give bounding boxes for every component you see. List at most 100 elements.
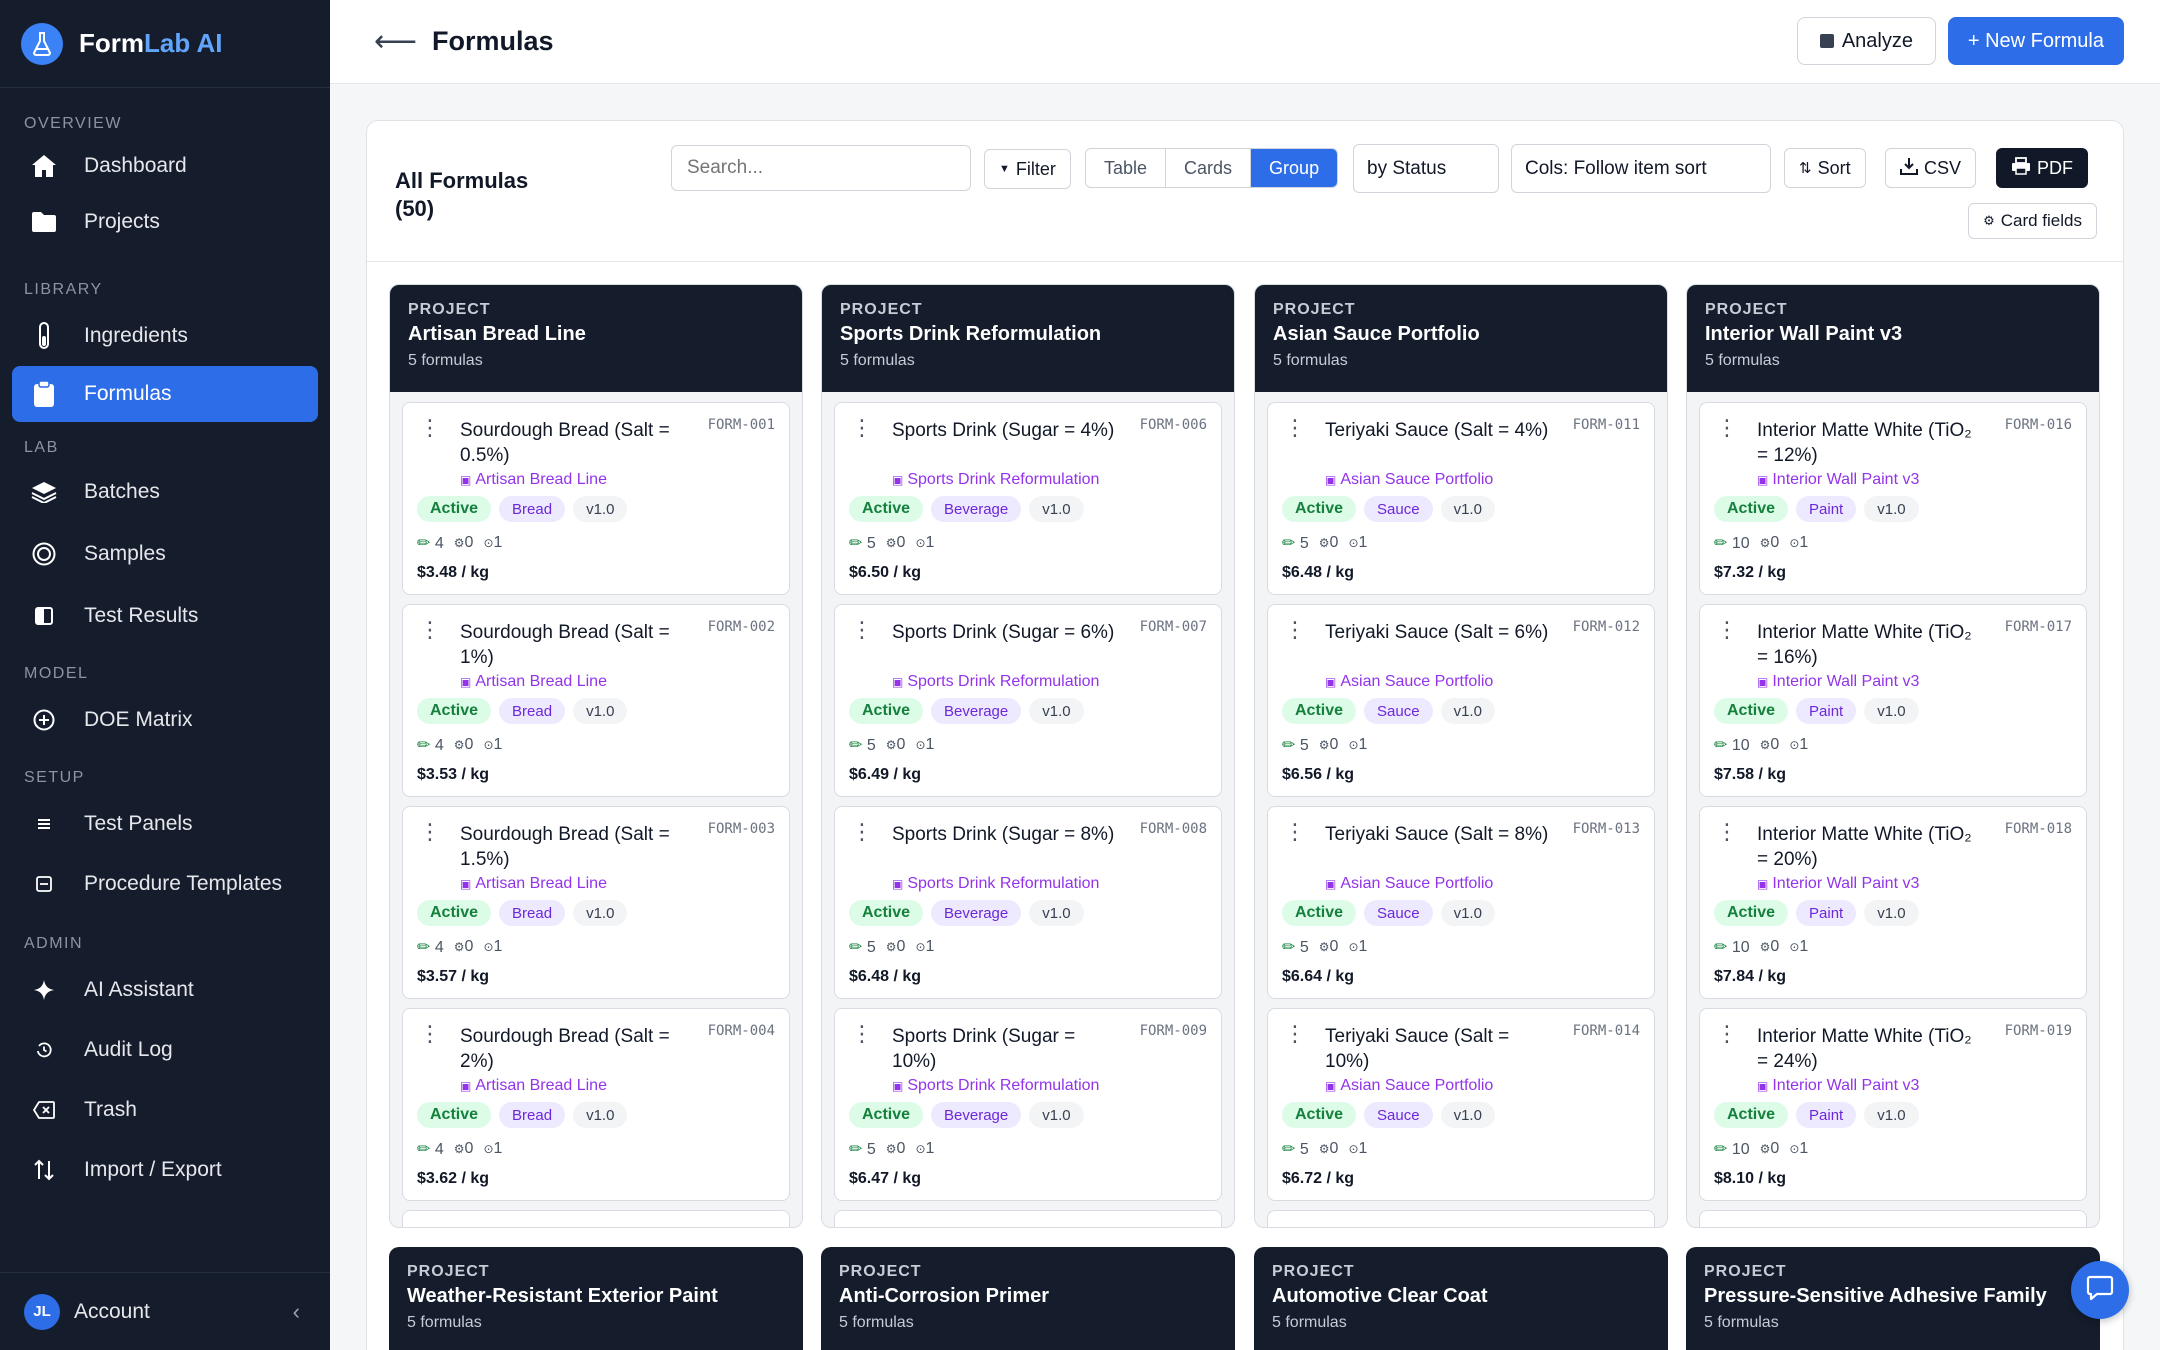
sidebar-item-test-panels[interactable]: Test Panels bbox=[12, 796, 318, 852]
group-header[interactable]: PROJECT Interior Wall Paint v3 5 formula… bbox=[1687, 285, 2099, 392]
sort-button[interactable]: ⇅ Sort bbox=[1784, 148, 1866, 188]
sidebar-item-import-export[interactable]: Import / Export bbox=[12, 1142, 318, 1198]
new-formula-button[interactable]: + New Formula bbox=[1947, 17, 2124, 65]
formula-project[interactable]: ▣ Sports Drink Reformulation bbox=[892, 471, 1099, 489]
card-fields-button[interactable]: ⚙ Card fields bbox=[1968, 203, 2097, 239]
sidebar-item-formulas[interactable]: Formulas bbox=[12, 366, 318, 422]
group-by-select[interactable]: by Status bbox=[1353, 144, 1499, 193]
sidebar-item-ai-assistant[interactable]: AI Assistant bbox=[12, 962, 318, 1018]
formula-card[interactable]: ⋮ Sourdough Bread (Salt = 0.5%) FORM-001… bbox=[402, 402, 790, 595]
formula-card-partial[interactable] bbox=[402, 1210, 790, 1227]
formula-card-partial[interactable] bbox=[834, 1210, 1222, 1227]
group-header[interactable]: PROJECT Sports Drink Reformulation 5 for… bbox=[822, 285, 1234, 392]
brand[interactable]: FormLab AI bbox=[0, 0, 330, 88]
formula-project[interactable]: ▣ Sports Drink Reformulation bbox=[892, 1077, 1099, 1095]
filter-button[interactable]: ▼ Filter bbox=[984, 149, 1071, 189]
formula-price: $3.53 / kg bbox=[417, 766, 490, 783]
kebab-menu-icon[interactable]: ⋮ bbox=[1716, 417, 1738, 439]
circle-small-icon: ⊙ bbox=[915, 1142, 926, 1156]
formula-project[interactable]: ▣ Interior Wall Paint v3 bbox=[1757, 1077, 1919, 1095]
sidebar-item-dashboard[interactable]: Dashboard bbox=[12, 138, 318, 194]
group-header[interactable]: PROJECT Automotive Clear Coat 5 formulas bbox=[1254, 1247, 1668, 1350]
chat-button[interactable] bbox=[2071, 1261, 2129, 1319]
kebab-menu-icon[interactable]: ⋮ bbox=[1716, 1023, 1738, 1045]
group-count: 5 formulas bbox=[1705, 352, 1780, 369]
group-header[interactable]: PROJECT Artisan Bread Line 5 formulas bbox=[390, 285, 802, 392]
analyze-button[interactable]: Analyze bbox=[1796, 17, 1936, 65]
collapse-sidebar-button[interactable]: ‹ bbox=[293, 1299, 300, 1325]
kebab-menu-icon[interactable]: ⋮ bbox=[419, 821, 441, 843]
formula-card[interactable]: ⋮ Teriyaki Sauce (Salt = 6%) FORM-012 ▣ A… bbox=[1267, 604, 1655, 797]
formula-card-partial[interactable] bbox=[1267, 1210, 1655, 1227]
formula-project[interactable]: ▣ Artisan Bread Line bbox=[460, 673, 607, 691]
group-header[interactable]: PROJECT Weather-Resistant Exterior Paint… bbox=[389, 1247, 803, 1350]
formula-project[interactable]: ▣ Interior Wall Paint v3 bbox=[1757, 875, 1919, 893]
kebab-menu-icon[interactable]: ⋮ bbox=[1284, 417, 1306, 439]
kebab-menu-icon[interactable]: ⋮ bbox=[851, 821, 873, 843]
sidebar-item-trash[interactable]: Trash bbox=[12, 1082, 318, 1138]
formula-project[interactable]: ▣ Artisan Bread Line bbox=[460, 875, 607, 893]
group-header[interactable]: PROJECT Pressure-Sensitive Adhesive Fami… bbox=[1686, 1247, 2100, 1350]
kebab-menu-icon[interactable]: ⋮ bbox=[1716, 619, 1738, 641]
view-table-button[interactable]: Table bbox=[1086, 149, 1167, 187]
group-header[interactable]: PROJECT Anti-Corrosion Primer 5 formulas bbox=[821, 1247, 1235, 1350]
sidebar-item-procedure-templates[interactable]: Procedure Templates bbox=[12, 856, 318, 912]
formula-card[interactable]: ⋮ Sports Drink (Sugar = 4%) FORM-006 ▣ Sp… bbox=[834, 402, 1222, 595]
formula-card[interactable]: ⋮ Sourdough Bread (Salt = 1.5%) FORM-003… bbox=[402, 806, 790, 999]
formula-project[interactable]: ▣ Asian Sauce Portfolio bbox=[1325, 1077, 1493, 1095]
formula-card[interactable]: ⋮ Sports Drink (Sugar = 8%) FORM-008 ▣ Sp… bbox=[834, 806, 1222, 999]
kebab-menu-icon[interactable]: ⋮ bbox=[851, 1023, 873, 1045]
formula-card[interactable]: ⋮ Sports Drink (Sugar = 10%) FORM-009 ▣ S… bbox=[834, 1008, 1222, 1201]
formula-card[interactable]: ⋮ Sports Drink (Sugar = 6%) FORM-007 ▣ Sp… bbox=[834, 604, 1222, 797]
formula-card-partial[interactable] bbox=[1699, 1210, 2087, 1227]
formula-project[interactable]: ▣ Interior Wall Paint v3 bbox=[1757, 471, 1919, 489]
kebab-menu-icon[interactable]: ⋮ bbox=[851, 619, 873, 641]
group-header[interactable]: PROJECT Asian Sauce Portfolio 5 formulas bbox=[1255, 285, 1667, 392]
kebab-menu-icon[interactable]: ⋮ bbox=[419, 417, 441, 439]
formula-card[interactable]: ⋮ Teriyaki Sauce (Salt = 10%) FORM-014 ▣… bbox=[1267, 1008, 1655, 1201]
avatar[interactable]: JL bbox=[24, 1293, 60, 1330]
formula-card[interactable]: ⋮ Sourdough Bread (Salt = 2%) FORM-004 ▣… bbox=[402, 1008, 790, 1201]
formula-project[interactable]: ▣ Asian Sauce Portfolio bbox=[1325, 875, 1493, 893]
sidebar-item-samples[interactable]: Samples bbox=[12, 526, 318, 582]
search-input[interactable] bbox=[671, 145, 971, 191]
formula-card[interactable]: ⋮ Interior Matte White (TiO₂ = 16%) FORM… bbox=[1699, 604, 2087, 797]
formula-project[interactable]: ▣ Asian Sauce Portfolio bbox=[1325, 471, 1493, 489]
formula-project[interactable]: ▣ Sports Drink Reformulation bbox=[892, 875, 1099, 893]
sidebar-item-projects[interactable]: Projects bbox=[12, 194, 318, 250]
kebab-menu-icon[interactable]: ⋮ bbox=[419, 619, 441, 641]
formula-card[interactable]: ⋮ Teriyaki Sauce (Salt = 4%) FORM-011 ▣ A… bbox=[1267, 402, 1655, 595]
pdf-button[interactable]: PDF bbox=[1996, 148, 2088, 188]
view-group-button[interactable]: Group bbox=[1251, 149, 1338, 187]
formula-project[interactable]: ▣ Sports Drink Reformulation bbox=[892, 673, 1099, 691]
formula-card[interactable]: ⋮ Interior Matte White (TiO₂ = 24%) FORM… bbox=[1699, 1008, 2087, 1201]
sidebar-item-test-results[interactable]: Test Results bbox=[12, 588, 318, 644]
kebab-menu-icon[interactable]: ⋮ bbox=[1716, 821, 1738, 843]
formula-project[interactable]: ▣ Interior Wall Paint v3 bbox=[1757, 673, 1919, 691]
kebab-menu-icon[interactable]: ⋮ bbox=[1284, 1023, 1306, 1045]
csv-button[interactable]: CSV bbox=[1885, 148, 1977, 188]
formula-code: FORM-006 bbox=[1139, 417, 1207, 433]
formula-card[interactable]: ⋮ Sourdough Bread (Salt = 1%) FORM-002 ▣… bbox=[402, 604, 790, 797]
formula-tags: Active Sauce v1.0 bbox=[1282, 1102, 1495, 1128]
ingredients-stat: ✏ 5 bbox=[849, 937, 876, 957]
back-arrow-icon[interactable]: ⟵ bbox=[374, 24, 417, 59]
formula-project[interactable]: ▣ Asian Sauce Portfolio bbox=[1325, 673, 1493, 691]
formula-card[interactable]: ⋮ Interior Matte White (TiO₂ = 12%) FORM… bbox=[1699, 402, 2087, 595]
kebab-menu-icon[interactable]: ⋮ bbox=[419, 1023, 441, 1045]
sidebar-item-batches[interactable]: Batches bbox=[12, 464, 318, 520]
formula-project[interactable]: ▣ Artisan Bread Line bbox=[460, 471, 607, 489]
sidebar-item-audit-log[interactable]: Audit Log bbox=[12, 1022, 318, 1078]
sidebar-item-doe-matrix[interactable]: DOE Matrix bbox=[12, 692, 318, 748]
kebab-menu-icon[interactable]: ⋮ bbox=[1284, 619, 1306, 641]
account-menu[interactable]: JL Account ‹ bbox=[0, 1272, 330, 1350]
view-cards-button[interactable]: Cards bbox=[1166, 149, 1252, 187]
columns-select[interactable]: Cols: Follow item sort bbox=[1511, 144, 1771, 193]
formula-price: $6.47 / kg bbox=[849, 1170, 922, 1187]
kebab-menu-icon[interactable]: ⋮ bbox=[851, 417, 873, 439]
kebab-menu-icon[interactable]: ⋮ bbox=[1284, 821, 1306, 843]
formula-card[interactable]: ⋮ Teriyaki Sauce (Salt = 8%) FORM-013 ▣ A… bbox=[1267, 806, 1655, 999]
sidebar-item-ingredients[interactable]: Ingredients bbox=[12, 308, 318, 364]
formula-project[interactable]: ▣ Artisan Bread Line bbox=[460, 1077, 607, 1095]
formula-card[interactable]: ⋮ Interior Matte White (TiO₂ = 20%) FORM… bbox=[1699, 806, 2087, 999]
